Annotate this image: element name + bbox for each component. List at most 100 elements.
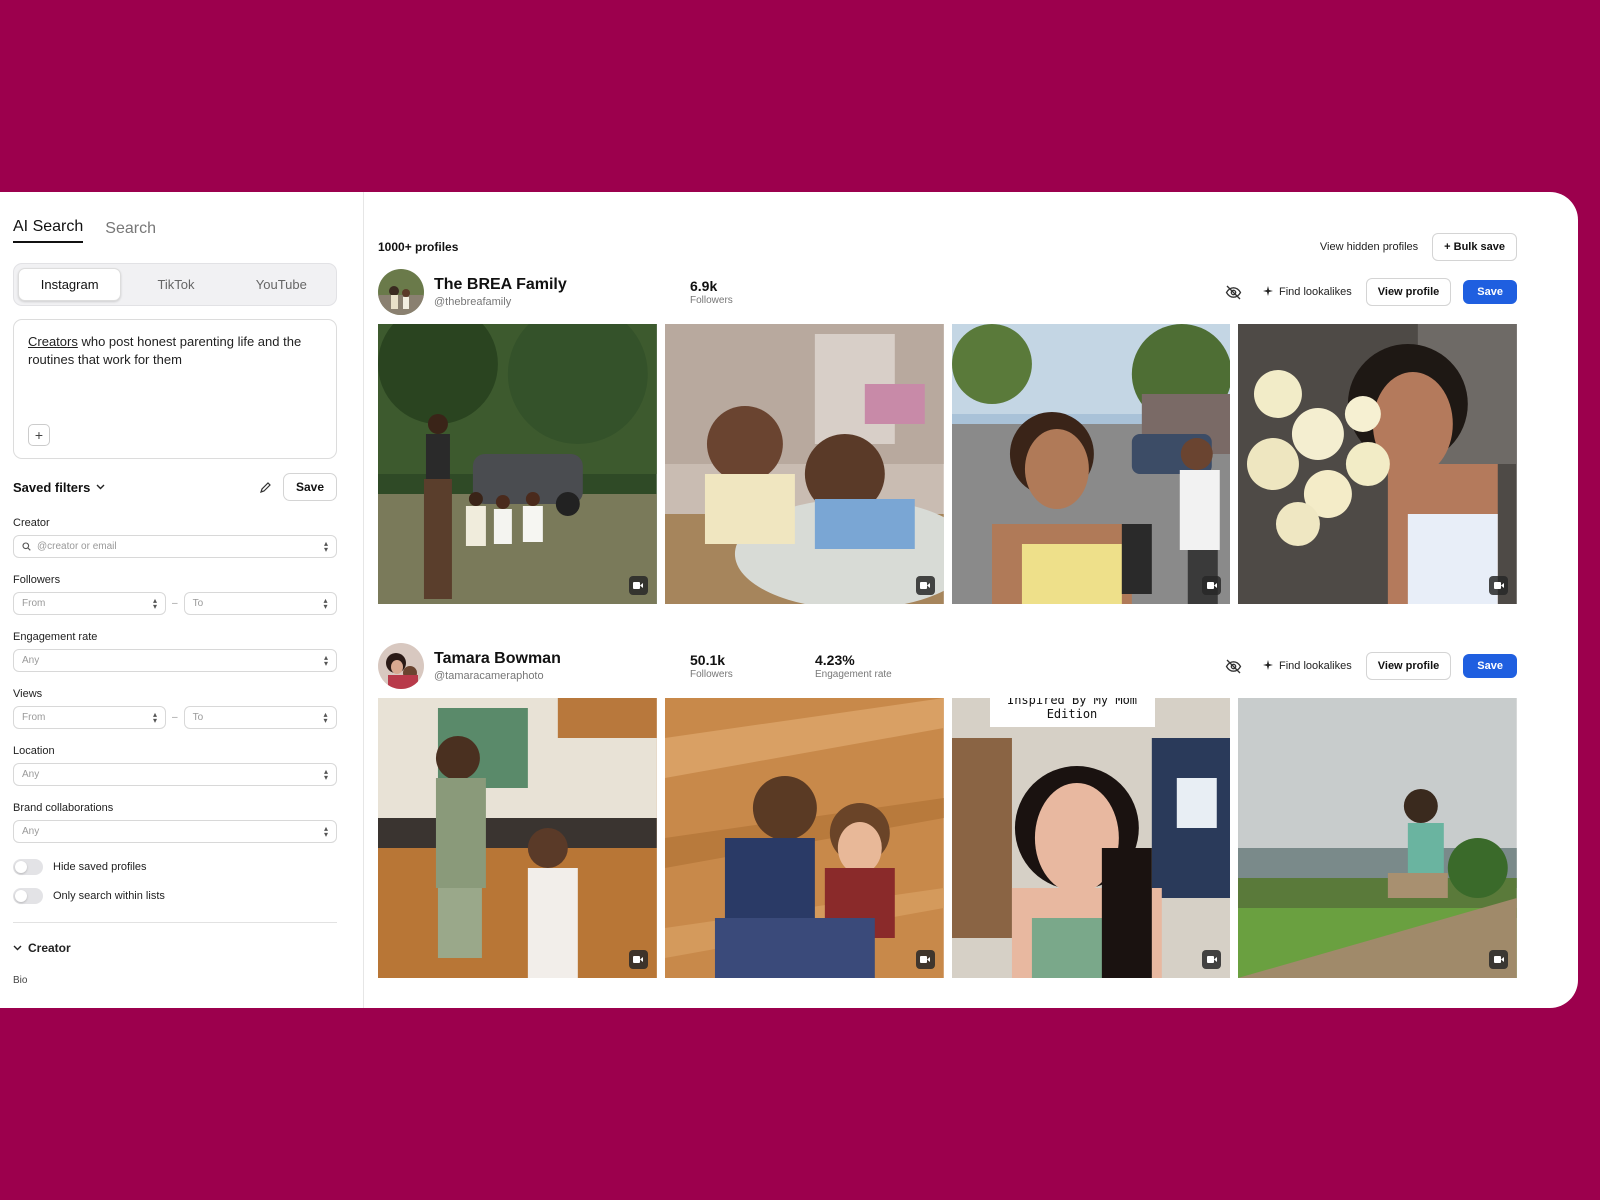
saved-filters-dropdown[interactable]: Saved filters	[13, 480, 90, 495]
profile-name[interactable]: Tamara Bowman	[434, 650, 690, 668]
video-icon	[628, 576, 648, 595]
followers-filter-label: Followers	[13, 574, 61, 586]
find-lookalikes-button[interactable]: Find lookalikes	[1262, 659, 1352, 673]
sparkle-icon	[1262, 659, 1273, 673]
post-thumbnail[interactable]	[664, 324, 944, 604]
post-thumbnail[interactable]	[378, 324, 657, 604]
views-from-value: From	[22, 712, 46, 723]
views-from-select[interactable]: From ▴ ▾	[13, 706, 166, 729]
engagement-stat: 4.23% Engagement rate	[815, 652, 940, 680]
stat-label: Engagement rate	[815, 669, 892, 680]
creator-search-input[interactable]: @creator or email ▴ ▾	[13, 535, 337, 558]
range-dash: –	[172, 712, 178, 723]
video-icon	[1489, 576, 1508, 595]
engagement-value: Any	[22, 655, 40, 666]
within-lists-row: Only search within lists	[13, 888, 337, 904]
creator-filter-label: Creator	[13, 517, 50, 529]
sidebar-divider	[13, 922, 337, 923]
view-profile-button[interactable]: View profile	[1365, 278, 1452, 306]
creator-section-title: Creator	[28, 941, 71, 955]
within-lists-toggle[interactable]	[13, 888, 43, 904]
profile-header: The BREA Family @thebreafamily 6.9k Foll…	[378, 268, 1517, 316]
bio-label: Bio	[13, 975, 28, 986]
views-filter-label: Views	[13, 688, 43, 700]
post-thumbnails	[378, 324, 1517, 604]
platform-youtube[interactable]: YouTube	[231, 268, 332, 301]
creator-section-header[interactable]: Creator	[13, 941, 337, 955]
video-icon	[1489, 950, 1508, 969]
engagement-filter-label: Engagement rate	[13, 631, 98, 643]
pencil-icon[interactable]	[259, 480, 273, 494]
profile-handle: @thebreafamily	[434, 296, 512, 308]
view-profile-button[interactable]: View profile	[1365, 652, 1452, 680]
find-lookalikes-label: Find lookalikes	[1278, 286, 1352, 298]
profile-card: Tamara Bowman @tamaracameraphoto 50.1k F…	[378, 642, 1517, 978]
profile-name[interactable]: The BREA Family	[434, 276, 690, 294]
brand-value: Any	[22, 826, 40, 837]
followers-to-select[interactable]: To ▴ ▾	[183, 592, 337, 615]
post-thumbnail[interactable]	[664, 698, 944, 978]
profile-actions: Find lookalikes View profile Save	[1225, 278, 1517, 306]
updown-icon: ▴ ▾	[323, 709, 328, 725]
post-thumbnail[interactable]	[951, 324, 1231, 604]
sparkle-icon	[1262, 285, 1273, 299]
range-dash: –	[172, 598, 178, 609]
views-to-select[interactable]: To ▴ ▾	[183, 706, 337, 729]
ai-prompt-input[interactable]: Creators who post honest parenting life …	[13, 319, 337, 459]
platform-switcher: Instagram TikTok YouTube	[13, 263, 337, 306]
updown-icon: ▴ ▾	[323, 652, 328, 668]
post-thumbnail[interactable]	[1238, 698, 1517, 978]
updown-icon: ▴ ▾	[323, 595, 328, 611]
save-profile-button[interactable]: Save	[1463, 654, 1517, 678]
brand-select[interactable]: Any ▴ ▾	[13, 820, 337, 843]
platform-tiktok[interactable]: TikTok	[125, 268, 226, 301]
bulk-save-button[interactable]: + Bulk save	[1432, 233, 1517, 261]
results-panel: 1000+ profiles View hidden profiles + Bu…	[364, 192, 1578, 1008]
app-window: AI Search Search Instagram TikTok YouTub…	[0, 192, 1578, 1008]
video-icon	[915, 950, 935, 969]
hide-saved-toggle[interactable]	[13, 859, 43, 875]
prompt-text: Creators who post honest parenting life …	[28, 333, 322, 369]
hide-saved-row: Hide saved profiles	[13, 859, 337, 875]
video-icon	[915, 576, 935, 595]
post-thumbnail[interactable]	[378, 698, 657, 978]
avatar[interactable]	[378, 269, 424, 315]
saved-filters-row: Saved filters Save	[13, 473, 337, 501]
location-filter-label: Location	[13, 745, 55, 757]
followers-from-select[interactable]: From ▴ ▾	[13, 592, 166, 615]
stat-value: 50.1k	[690, 652, 726, 668]
followers-range: From ▴ ▾ – To ▴ ▾	[13, 592, 337, 615]
video-icon	[628, 950, 648, 969]
search-mode-tabs: AI Search Search	[13, 218, 337, 243]
add-attachment-button[interactable]: +	[28, 424, 50, 446]
tab-ai-search[interactable]: AI Search	[13, 218, 84, 243]
views-range: From ▴ ▾ – To ▴ ▾	[13, 706, 337, 729]
engagement-select[interactable]: Any ▴ ▾	[13, 649, 337, 672]
eye-off-icon[interactable]	[1225, 283, 1243, 301]
view-hidden-profiles-link[interactable]: View hidden profiles	[1320, 241, 1418, 253]
find-lookalikes-button[interactable]: Find lookalikes	[1262, 285, 1352, 299]
profile-name-block: The BREA Family @thebreafamily	[434, 276, 690, 308]
search-icon	[22, 542, 31, 551]
post-thumbnail[interactable]: Inspired By My Mom Edition	[951, 698, 1231, 978]
tab-search[interactable]: Search	[105, 220, 156, 243]
followers-from-value: From	[22, 598, 46, 609]
updown-icon: ▴ ▾	[323, 538, 328, 554]
video-icon	[1202, 950, 1222, 969]
save-filter-button[interactable]: Save	[282, 473, 337, 501]
post-thumbnail[interactable]	[1238, 324, 1517, 604]
profile-actions: Find lookalikes View profile Save	[1225, 652, 1517, 680]
location-select[interactable]: Any ▴ ▾	[13, 763, 337, 786]
eye-off-icon[interactable]	[1225, 657, 1243, 675]
filter-sidebar: AI Search Search Instagram TikTok YouTub…	[0, 192, 364, 1008]
profile-handle: @tamaracameraphoto	[434, 670, 544, 682]
followers-stat: 6.9k Followers	[690, 278, 815, 306]
find-lookalikes-label: Find lookalikes	[1278, 660, 1352, 672]
chevron-down-icon[interactable]	[96, 482, 105, 493]
video-icon	[1202, 576, 1222, 595]
save-profile-button[interactable]: Save	[1463, 280, 1517, 304]
platform-instagram[interactable]: Instagram	[18, 268, 122, 301]
profile-header: Tamara Bowman @tamaracameraphoto 50.1k F…	[378, 642, 1517, 690]
updown-icon: ▴ ▾	[323, 823, 328, 839]
avatar[interactable]	[378, 643, 424, 689]
